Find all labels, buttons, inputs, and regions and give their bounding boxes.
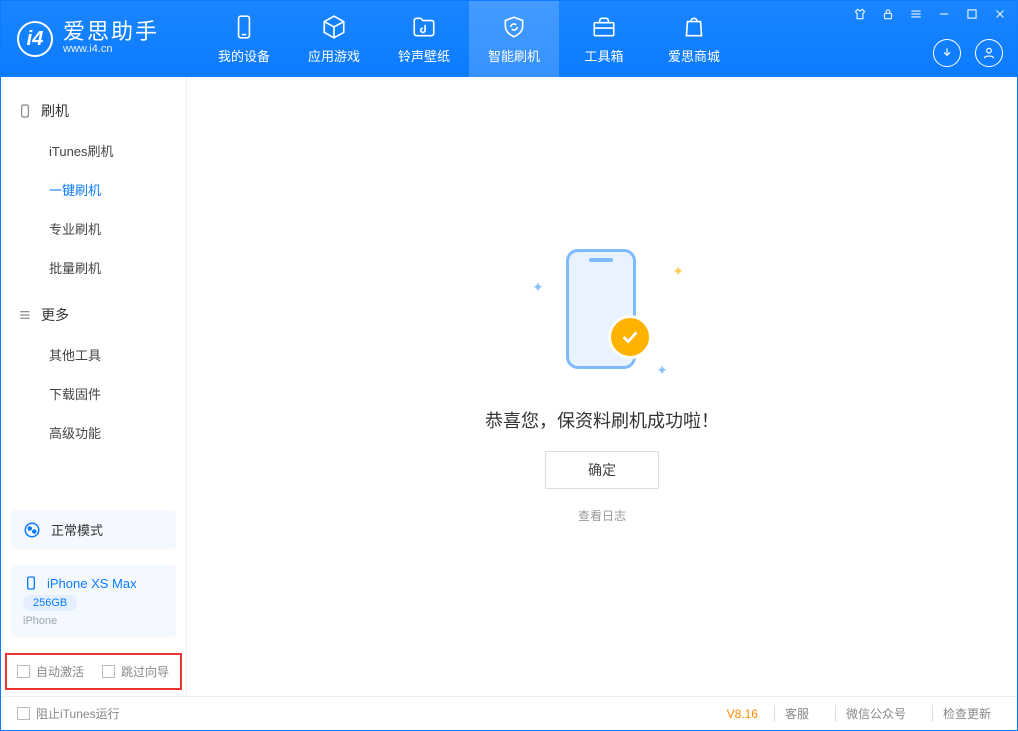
app-window: i4 爱思助手 www.i4.cn 我的设备 应用游戏 铃声壁纸 智能刷机 xyxy=(0,0,1018,731)
app-name: 爱思助手 xyxy=(63,21,159,43)
app-logo: i4 爱思助手 www.i4.cn xyxy=(17,21,159,57)
phone-icon xyxy=(231,14,257,40)
footer-link-support[interactable]: 客服 xyxy=(774,705,819,722)
nav-apps-games[interactable]: 应用游戏 xyxy=(289,1,379,77)
download-button[interactable] xyxy=(933,39,961,67)
sparkle-icon: ✦ xyxy=(656,362,668,379)
menu-icon[interactable] xyxy=(909,7,923,21)
close-icon[interactable] xyxy=(993,7,1007,21)
cube-icon xyxy=(321,14,347,40)
sidebar-category-more: 更多 xyxy=(1,295,186,335)
sidebar-category-flash: 刷机 xyxy=(1,91,186,131)
minimize-icon[interactable] xyxy=(937,7,951,21)
window-controls-top xyxy=(853,7,1007,21)
checkbox-auto-activate[interactable]: 自动激活 xyxy=(17,663,84,680)
nav-store[interactable]: 爱思商城 xyxy=(649,1,739,77)
app-domain: www.i4.cn xyxy=(63,43,159,56)
nav-ring-wall[interactable]: 铃声壁纸 xyxy=(379,1,469,77)
shirt-icon[interactable] xyxy=(853,7,867,21)
device-capacity: 256GB xyxy=(23,595,77,611)
lock-icon[interactable] xyxy=(881,7,895,21)
sparkle-icon: ✦ xyxy=(532,279,544,296)
sidebar-item-advanced[interactable]: 高级功能 xyxy=(1,413,186,452)
header-right-buttons xyxy=(933,39,1003,67)
sparkle-icon: ✦ xyxy=(672,263,684,280)
ok-button[interactable]: 确定 xyxy=(545,451,659,489)
success-check-icon xyxy=(608,315,652,359)
sidebar-item-batch[interactable]: 批量刷机 xyxy=(1,248,186,287)
toolbox-icon xyxy=(591,14,617,40)
footer-link-wechat[interactable]: 微信公众号 xyxy=(835,705,916,722)
body: 刷机 iTunes刷机 一键刷机 专业刷机 批量刷机 更多 其他工具 下载固件 … xyxy=(1,77,1017,696)
refresh-shield-icon xyxy=(501,14,527,40)
version-label: V8.16 xyxy=(727,707,758,721)
sidebar-item-itunes[interactable]: iTunes刷机 xyxy=(1,131,186,170)
sidebar-item-download-fw[interactable]: 下载固件 xyxy=(1,374,186,413)
device-name: iPhone XS Max xyxy=(47,576,137,591)
logo-icon: i4 xyxy=(17,21,53,57)
sidebar-item-other-tools[interactable]: 其他工具 xyxy=(1,335,186,374)
music-folder-icon xyxy=(411,14,437,40)
sidebar-item-pro[interactable]: 专业刷机 xyxy=(1,209,186,248)
success-illustration: ✦ ✦ ✦ xyxy=(512,249,692,389)
success-message: 恭喜您，保资料刷机成功啦！ xyxy=(485,407,719,433)
device-mode-label: 正常模式 xyxy=(51,520,103,539)
account-button[interactable] xyxy=(975,39,1003,67)
bag-icon xyxy=(681,14,707,40)
maximize-icon[interactable] xyxy=(965,7,979,21)
sync-icon xyxy=(23,521,41,539)
nav-toolbox[interactable]: 工具箱 xyxy=(559,1,649,77)
checkbox-block-itunes[interactable]: 阻止iTunes运行 xyxy=(17,705,120,722)
options-highlight-box: 自动激活 跳过向导 xyxy=(5,653,182,690)
user-icon xyxy=(982,46,996,60)
device-mode-box[interactable]: 正常模式 xyxy=(11,510,176,549)
main-content: ✦ ✦ ✦ 恭喜您，保资料刷机成功啦！ 确定 查看日志 xyxy=(187,77,1017,696)
phone-small-icon xyxy=(23,575,39,591)
nav-my-device[interactable]: 我的设备 xyxy=(199,1,289,77)
device-icon xyxy=(17,103,33,119)
checkbox-skip-guide[interactable]: 跳过向导 xyxy=(102,663,169,680)
sidebar-item-oneclick[interactable]: 一键刷机 xyxy=(1,170,186,209)
nav-smart-flash[interactable]: 智能刷机 xyxy=(469,1,559,77)
status-bar: 阻止iTunes运行 V8.16 客服 微信公众号 检查更新 xyxy=(1,696,1017,730)
title-bar: i4 爱思助手 www.i4.cn 我的设备 应用游戏 铃声壁纸 智能刷机 xyxy=(1,1,1017,77)
view-log-link[interactable]: 查看日志 xyxy=(578,507,626,524)
download-icon xyxy=(940,46,954,60)
device-info-box[interactable]: iPhone XS Max 256GB iPhone xyxy=(11,565,176,637)
footer-link-update[interactable]: 检查更新 xyxy=(932,705,1001,722)
list-icon xyxy=(17,307,33,323)
sidebar: 刷机 iTunes刷机 一键刷机 专业刷机 批量刷机 更多 其他工具 下载固件 … xyxy=(1,77,187,696)
device-type: iPhone xyxy=(23,615,57,627)
main-nav: 我的设备 应用游戏 铃声壁纸 智能刷机 工具箱 爱思商城 xyxy=(199,1,739,77)
